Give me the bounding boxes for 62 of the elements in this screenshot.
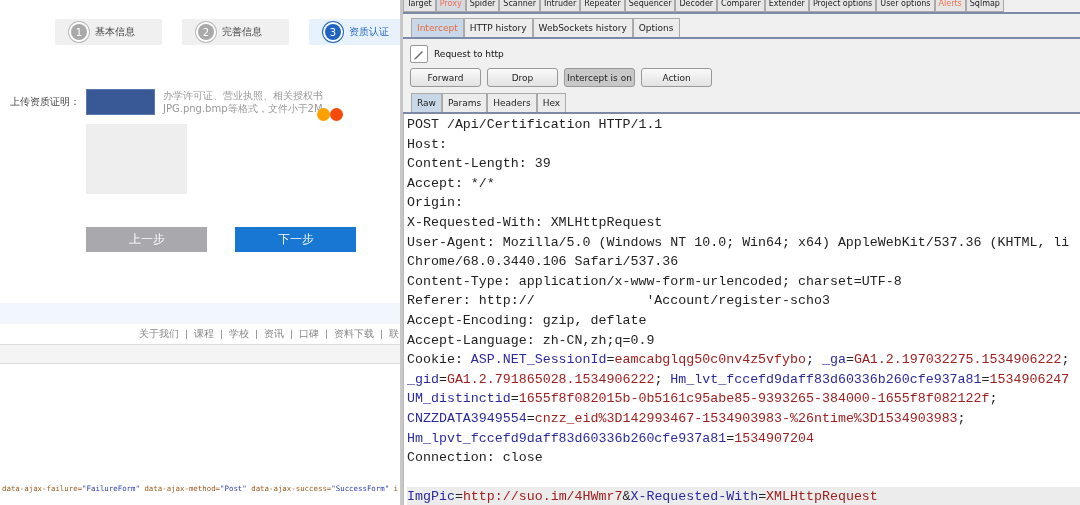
- request-line: Content-Length: 39: [407, 155, 552, 174]
- editor-tab[interactable]: Raw: [411, 93, 442, 112]
- intercept-button[interactable]: Drop: [487, 68, 558, 87]
- tool-tab[interactable]: Decoder: [675, 0, 718, 12]
- request-line: POST /Api/Certification HTTP/1.1: [407, 116, 664, 134]
- tool-tab[interactable]: Sqlmap: [965, 0, 1004, 12]
- tool-tab[interactable]: Target: [403, 0, 436, 12]
- footer-link[interactable]: 资料下载: [334, 327, 374, 341]
- request-line: Accept-Language: zh-CN,zh;q=0.9: [407, 331, 656, 350]
- editor-tab[interactable]: Params: [441, 93, 488, 112]
- request-line: Chrome/68.0.3440.106 Safari/537.36: [407, 253, 680, 272]
- request-editor[interactable]: [403, 114, 1080, 505]
- intercept-button[interactable]: Action: [641, 68, 712, 87]
- intercept-subtab[interactable]: HTTP history: [463, 18, 533, 37]
- step-label: 资质认证: [349, 25, 389, 39]
- request-line: X-Requested-With: XMLHttpRequest: [407, 213, 664, 232]
- request-line: Accept-Encoding: gzip, deflate: [407, 311, 648, 330]
- tool-tab[interactable]: Project options: [808, 0, 877, 12]
- request-line: Hm_lpvt_fccefd9daff83d60336b260cfe937a81=1534907204: [407, 429, 815, 448]
- step-number: 3: [325, 24, 341, 40]
- request-line: _gid=GA1.2.791865028.1534906222; Hm_lvt_fccefd9daff83d60336b260cfe937a81=1534906247: [407, 370, 1071, 389]
- footer-link[interactable]: 资讯: [264, 327, 284, 341]
- intercept-button[interactable]: Intercept is on: [564, 68, 635, 87]
- request-line: Accept: */*: [407, 174, 496, 193]
- tool-tab[interactable]: Spider: [465, 0, 500, 12]
- request-line: Host:: [407, 135, 448, 154]
- footer-link[interactable]: 联: [389, 327, 399, 341]
- request-target: Request to http: [434, 49, 504, 59]
- footer-link[interactable]: 学校: [229, 327, 249, 341]
- intercept-subtab[interactable]: Options: [632, 18, 680, 37]
- step-number: 2: [198, 24, 214, 40]
- step-tab[interactable]: 3 资质认证: [309, 19, 400, 45]
- step-label: 基本信息: [95, 25, 135, 39]
- pencil-icon[interactable]: [410, 45, 428, 63]
- intercept-button[interactable]: Forward: [410, 68, 481, 87]
- intercept-subtab[interactable]: WebSockets history: [532, 18, 633, 37]
- request-line: UM_distinctid=1655f8f082015b-0b5161c95abe85-9393265-384000-1655f8f082122f;: [407, 390, 999, 409]
- request-line: Cookie: ASP.NET_SessionId=eamcabglqg50c0nv4z5vfybo; _ga=GA1.2.197032275.1534906222;: [407, 351, 1071, 370]
- request-line: Referer: http:// 'Account/register-scho3: [407, 292, 831, 311]
- step-label: 完善信息: [222, 25, 262, 39]
- step-button[interactable]: 下一步: [235, 227, 356, 252]
- tool-tab[interactable]: Sequencer: [624, 0, 676, 12]
- request-line: Content-Type: application/x-www-form-urlencoded; charset=UTF-8: [407, 272, 903, 291]
- request-line: Origin:: [407, 194, 464, 213]
- footer-link[interactable]: 课程: [194, 327, 214, 341]
- tool-tab[interactable]: Extender: [764, 0, 809, 12]
- editor-tab[interactable]: Headers: [487, 93, 537, 112]
- tool-tab[interactable]: Repeater: [580, 0, 625, 12]
- step-tab[interactable]: 2 完善信息: [182, 19, 289, 45]
- request-line: User-Agent: Mozilla/5.0 (Windows NT 10.0; Win64; x64) AppleWebKit/537.36 (KHTML, li: [407, 233, 1071, 252]
- editor-tab[interactable]: Hex: [536, 93, 567, 112]
- tool-tab[interactable]: User options: [876, 0, 935, 12]
- tool-tab[interactable]: Scanner: [499, 0, 541, 12]
- tool-tab[interactable]: Comparer: [717, 0, 765, 12]
- step-number: 1: [71, 24, 87, 40]
- tool-tab[interactable]: Intruder: [540, 0, 581, 12]
- upload-label: 上传资质证明：: [9, 95, 80, 109]
- footer-link[interactable]: 关于我们: [139, 327, 179, 341]
- step-tab[interactable]: 1 基本信息: [55, 19, 162, 45]
- request-line: Connection: close: [407, 449, 544, 468]
- request-line: CNZZDATA3949554=cnzz_eid%3D142993467-1534903983-%26ntime%3D1534903983;: [407, 409, 967, 428]
- footer-link[interactable]: 口碑: [299, 327, 319, 341]
